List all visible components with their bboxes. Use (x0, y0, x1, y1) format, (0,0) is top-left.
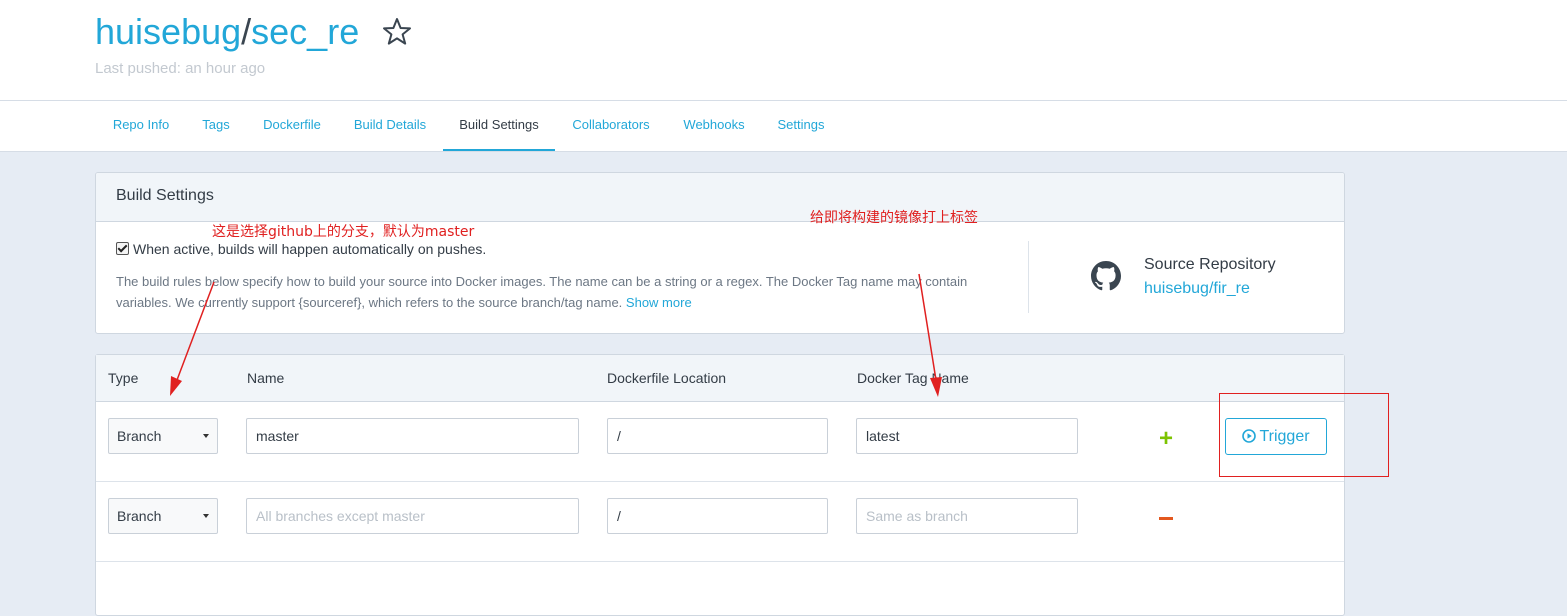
tab-settings[interactable]: Settings (761, 101, 841, 151)
trigger-highlight-box (1219, 393, 1389, 477)
tab-webhooks[interactable]: Webhooks (667, 101, 761, 151)
col-docker-tag-name: Docker Tag Name (857, 370, 969, 386)
panel-title: Build Settings (116, 187, 214, 204)
dockerfile-location-input[interactable] (607, 418, 828, 454)
name-input[interactable] (246, 418, 579, 454)
row-divider (96, 561, 1344, 562)
add-rule-button[interactable]: + (1156, 427, 1176, 451)
type-select[interactable]: Branch (108, 498, 218, 534)
docker-tag-input[interactable] (856, 498, 1078, 534)
type-select-value: Branch (117, 428, 162, 444)
name-input[interactable] (246, 498, 579, 534)
type-select-value: Branch (117, 508, 162, 524)
row-divider (96, 481, 1344, 482)
autobuild-label: When active, builds will happen automati… (133, 241, 487, 257)
build-rules-description: The build rules below specify how to bui… (116, 271, 1016, 313)
repo-name-link[interactable]: sec_re (251, 11, 359, 52)
star-icon[interactable] (381, 16, 413, 53)
tab-tags[interactable]: Tags (185, 101, 247, 151)
build-rules-table: Type Name Dockerfile Location Docker Tag… (95, 354, 1345, 616)
tab-build-settings[interactable]: Build Settings (443, 101, 555, 151)
repo-owner-link[interactable]: huisebug (95, 11, 241, 52)
build-settings-panel: Build Settings When active, builds will … (95, 172, 1345, 334)
annotation-tag-note: 给即将构建的镜像打上标签 (810, 210, 978, 226)
repo-header: huisebug/sec_re Last pushed: an hour ago (0, 0, 1567, 101)
col-name: Name (247, 370, 285, 386)
caret-down-icon (203, 514, 209, 518)
vertical-divider (1028, 241, 1029, 313)
source-repository-link[interactable]: huisebug/fir_re (1144, 280, 1250, 298)
dockerfile-location-input[interactable] (607, 498, 828, 534)
last-pushed-text: Last pushed: an hour ago (95, 60, 266, 77)
tab-repo-info[interactable]: Repo Info (97, 101, 185, 151)
github-icon (1091, 261, 1121, 296)
source-repository-label: Source Repository (1144, 256, 1276, 273)
tab-collaborators[interactable]: Collaborators (555, 101, 667, 151)
show-more-link[interactable]: Show more (626, 295, 692, 310)
docker-tag-input[interactable] (856, 418, 1078, 454)
tab-build-details[interactable]: Build Details (337, 101, 443, 151)
table-header: Type Name Dockerfile Location Docker Tag… (96, 355, 1344, 402)
col-dockerfile-location: Dockerfile Location (607, 370, 727, 386)
repo-tabs: Repo Info Tags Dockerfile Build Details … (0, 101, 1567, 152)
caret-down-icon (203, 434, 209, 438)
description-text: The build rules below specify how to bui… (116, 274, 968, 310)
panel-header: Build Settings (96, 173, 1344, 222)
autobuild-row: When active, builds will happen automati… (116, 241, 486, 257)
repo-title: huisebug/sec_re (95, 10, 359, 54)
tab-dockerfile[interactable]: Dockerfile (247, 101, 337, 151)
type-select[interactable]: Branch (108, 418, 218, 454)
remove-rule-button[interactable] (1159, 517, 1173, 520)
col-type: Type (108, 370, 139, 386)
autobuild-checkbox[interactable] (116, 242, 129, 255)
annotation-branch-note: 这是选择github上的分支，默认为master (212, 224, 475, 240)
repo-separator: / (241, 11, 252, 52)
